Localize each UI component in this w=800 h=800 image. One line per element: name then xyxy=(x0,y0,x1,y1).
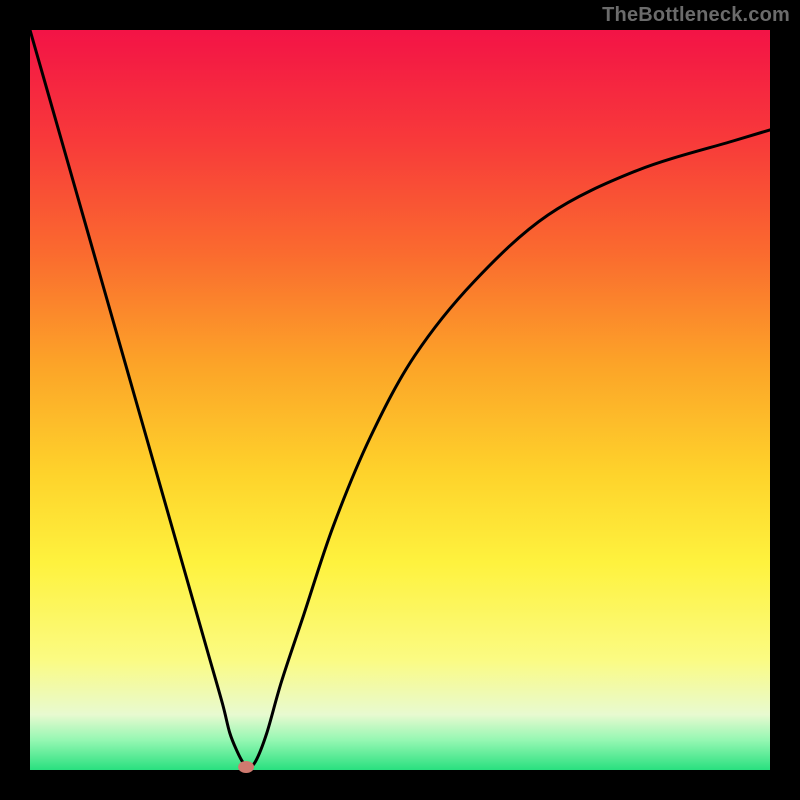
plot-background-gradient xyxy=(30,30,770,770)
watermark-label: TheBottleneck.com xyxy=(602,4,790,27)
optimum-marker xyxy=(238,761,254,773)
chart-container: TheBottleneck.com xyxy=(0,0,800,800)
bottleneck-chart xyxy=(0,0,800,800)
